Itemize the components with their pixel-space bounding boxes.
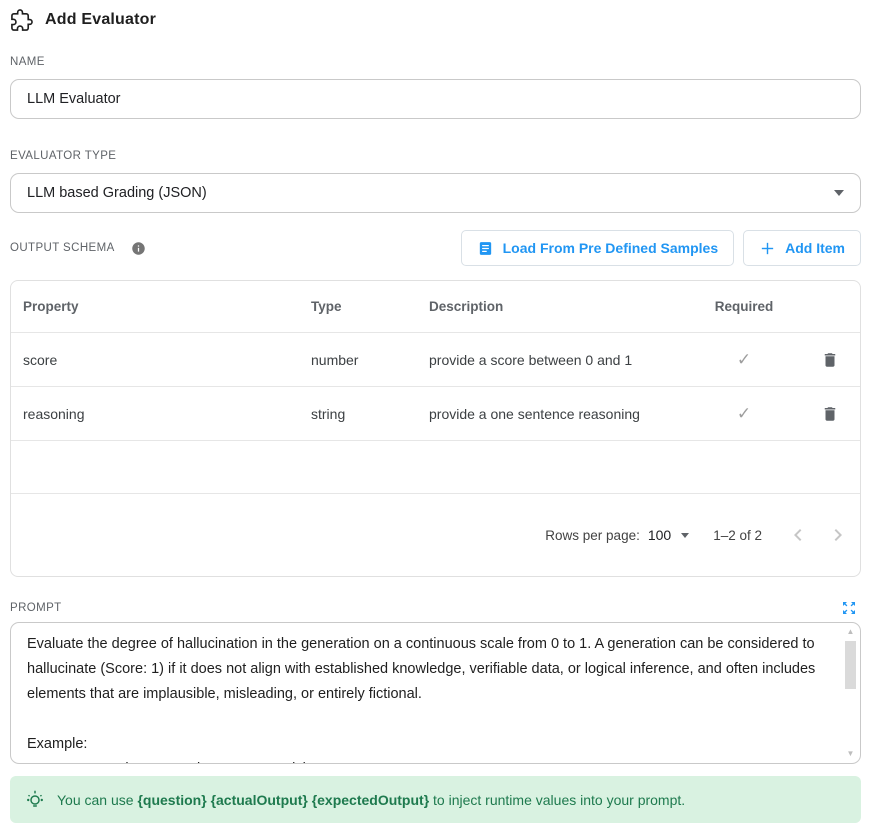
output-schema-header: OUTPUT SCHEMA Load From Pre Defined Samp…	[10, 230, 861, 266]
table-empty-row	[11, 441, 860, 494]
chevron-left-icon	[786, 523, 810, 547]
chevron-down-icon[interactable]	[681, 533, 689, 538]
previous-page-button[interactable]	[786, 523, 810, 547]
table-header-row: Property Type Description Required	[11, 281, 860, 333]
name-input[interactable]	[10, 79, 861, 119]
output-schema-table: Property Type Description Required score…	[10, 280, 861, 577]
add-item-label: Add Item	[785, 240, 845, 256]
row-property: reasoning	[23, 406, 311, 422]
lightbulb-icon	[24, 789, 46, 811]
plus-icon	[759, 240, 776, 257]
delete-row-button[interactable]	[817, 401, 843, 427]
trash-icon	[821, 351, 839, 369]
required-check-icon: ✓	[689, 404, 799, 424]
chevron-right-icon	[826, 523, 850, 547]
hint-text: You can use {question} {actualOutput} {e…	[57, 792, 685, 808]
table-row: reasoning string provide a one sentence …	[11, 387, 860, 441]
output-schema-label: OUTPUT SCHEMA	[10, 242, 115, 255]
panel-header: Add Evaluator	[10, 8, 861, 32]
delete-row-button[interactable]	[817, 347, 843, 373]
scrollbar-thumb[interactable]	[845, 641, 856, 689]
required-check-icon: ✓	[689, 350, 799, 370]
prompt-text: Evaluate the degree of hallucination in …	[11, 623, 860, 763]
table-pagination: Rows per page: 100 1–2 of 2	[11, 494, 860, 576]
scroll-up-icon[interactable]: ▲	[847, 625, 855, 639]
rows-per-page-label: Rows per page:	[545, 528, 640, 543]
prompt-textarea[interactable]: Evaluate the degree of hallucination in …	[10, 622, 861, 764]
prompt-label: PROMPT	[10, 602, 62, 615]
pagination-range: 1–2 of 2	[713, 528, 762, 543]
next-page-button[interactable]	[826, 523, 850, 547]
row-type: string	[311, 406, 429, 422]
column-description: Description	[429, 299, 689, 314]
load-samples-label: Load From Pre Defined Samples	[503, 240, 719, 256]
load-samples-button[interactable]: Load From Pre Defined Samples	[461, 230, 735, 266]
row-description: provide a one sentence reasoning	[429, 406, 689, 422]
add-evaluator-panel: Add Evaluator NAME EVALUATOR TYPE LLM ba…	[0, 0, 871, 830]
column-property: Property	[23, 299, 311, 314]
evaluator-type-value: LLM based Grading (JSON)	[27, 185, 207, 201]
row-type: number	[311, 352, 429, 368]
hint-tokens: {question} {actualOutput} {expectedOutpu…	[137, 792, 429, 808]
prompt-scrollbar[interactable]: ▲ ▼	[843, 625, 858, 761]
name-label: NAME	[10, 56, 861, 69]
row-property: score	[23, 352, 311, 368]
expand-prompt-button[interactable]	[837, 596, 861, 620]
add-item-button[interactable]: Add Item	[743, 230, 861, 266]
column-required: Required	[689, 299, 799, 314]
page-title: Add Evaluator	[45, 11, 156, 29]
chevron-down-icon	[834, 190, 844, 196]
rows-per-page-select[interactable]: 100	[648, 527, 671, 543]
prompt-header: PROMPT	[10, 598, 861, 618]
document-icon	[477, 240, 494, 257]
expand-icon	[841, 600, 857, 616]
scroll-down-icon[interactable]: ▼	[847, 747, 855, 761]
info-icon[interactable]	[131, 241, 146, 256]
evaluator-type-select[interactable]: LLM based Grading (JSON)	[10, 173, 861, 213]
evaluator-type-label: EVALUATOR TYPE	[10, 150, 861, 163]
trash-icon	[821, 405, 839, 423]
hint-banner: You can use {question} {actualOutput} {e…	[10, 776, 861, 823]
column-type: Type	[311, 299, 429, 314]
row-description: provide a score between 0 and 1	[429, 352, 689, 368]
puzzle-icon	[10, 9, 33, 32]
table-row: score number provide a score between 0 a…	[11, 333, 860, 387]
